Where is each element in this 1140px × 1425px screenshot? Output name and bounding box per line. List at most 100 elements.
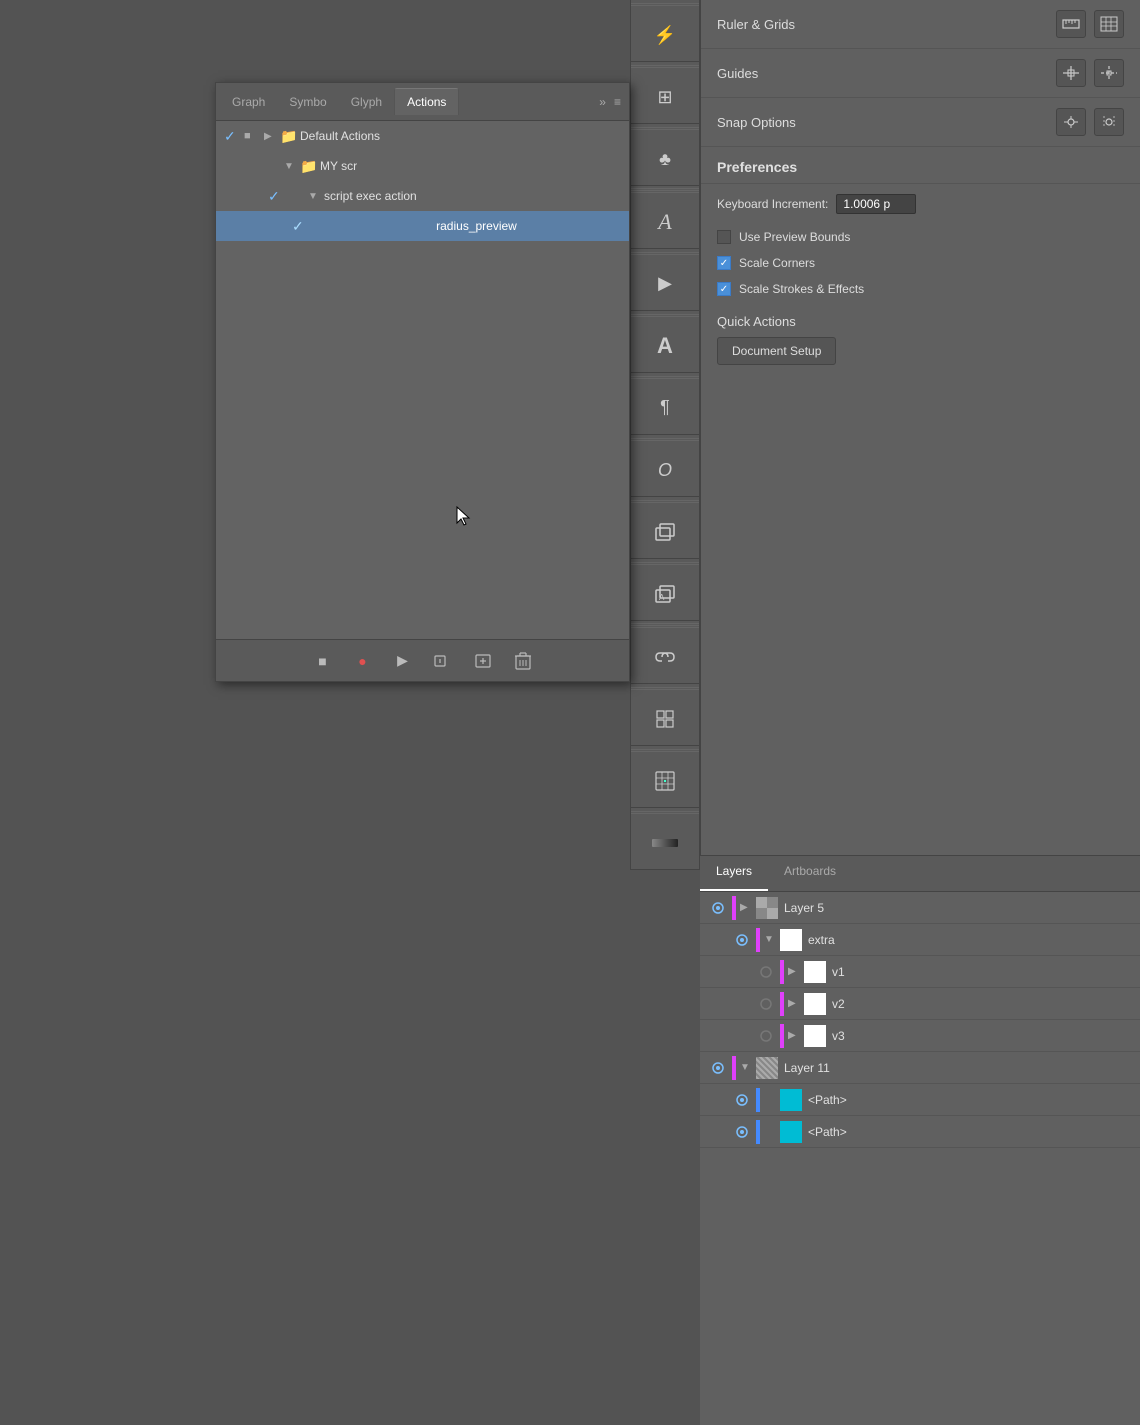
copy-type-icon[interactable]: A bbox=[645, 574, 685, 614]
keyboard-increment-label: Keyboard Increment: bbox=[717, 197, 828, 211]
action-label-default: Default Actions bbox=[300, 129, 621, 143]
v3-expand[interactable]: ▶ bbox=[788, 1030, 804, 1041]
action-stop-default: ■ bbox=[244, 130, 264, 142]
layer-row-layer11[interactable]: ▼ Layer 11 bbox=[700, 1052, 1140, 1084]
v2-expand[interactable]: ▶ bbox=[788, 998, 804, 1009]
use-preview-bounds-checkbox[interactable] bbox=[717, 230, 731, 244]
layer11-name: Layer 11 bbox=[784, 1061, 1136, 1075]
path2-visibility[interactable] bbox=[728, 1125, 756, 1139]
layer-row-v1[interactable]: ▶ v1 bbox=[700, 956, 1140, 988]
toolbar-sep-3 bbox=[631, 126, 699, 131]
layer5-expand[interactable]: ▶ bbox=[740, 902, 756, 913]
layer-row-path2[interactable]: ▶ <Path> bbox=[700, 1116, 1140, 1148]
keyboard-increment-input[interactable] bbox=[836, 194, 916, 214]
extra-visibility[interactable] bbox=[728, 933, 756, 947]
snap-options-section: Snap Options bbox=[701, 98, 1140, 147]
guides-lock-btn[interactable] bbox=[1094, 59, 1124, 87]
layers-tab-artboards[interactable]: Artboards bbox=[768, 856, 852, 891]
layer11-thumb bbox=[756, 1057, 778, 1079]
scale-strokes-effects-checkbox[interactable] bbox=[717, 282, 731, 296]
action-row-myscr[interactable]: ▼ 📁 MY scr bbox=[216, 151, 629, 181]
layer-row-path1[interactable]: ▶ <Path> bbox=[700, 1084, 1140, 1116]
type-large-icon[interactable]: A bbox=[645, 326, 685, 366]
link-icon[interactable] bbox=[645, 637, 685, 677]
action-check-script-exec: ✓ bbox=[268, 188, 288, 205]
grid-icon-btn[interactable] bbox=[1094, 10, 1124, 38]
v2-visibility[interactable] bbox=[752, 997, 780, 1011]
v1-visibility[interactable] bbox=[752, 965, 780, 979]
record-btn[interactable]: ● bbox=[351, 649, 375, 673]
v1-expand[interactable]: ▶ bbox=[788, 966, 804, 977]
layers-panel: Layers Artboards ▶ Layer 5 ▼ extra bbox=[700, 855, 1140, 1425]
action-expand-default[interactable]: ▶ bbox=[264, 131, 280, 142]
grid-icon[interactable] bbox=[645, 699, 685, 739]
toolbar-sep-5 bbox=[631, 251, 699, 256]
tab-glyph[interactable]: Glyph bbox=[339, 89, 394, 115]
new-action-set-btn[interactable] bbox=[431, 649, 455, 673]
layer-row-layer5[interactable]: ▶ Layer 5 bbox=[700, 892, 1140, 924]
v3-visibility[interactable] bbox=[752, 1029, 780, 1043]
toolbar-group-14 bbox=[631, 817, 699, 870]
toolbar-sep-10 bbox=[631, 561, 699, 566]
type-icon[interactable]: A bbox=[645, 202, 685, 242]
action-check-radius: ✓ bbox=[292, 218, 312, 235]
stop-record-btn[interactable]: ■ bbox=[311, 649, 335, 673]
layer-row-v3[interactable]: ▶ v3 bbox=[700, 1020, 1140, 1052]
v2-thumb bbox=[804, 993, 826, 1015]
toolbar-group-10: A bbox=[631, 568, 699, 621]
play-icon[interactable]: ▶ bbox=[645, 264, 685, 304]
transform-icon[interactable]: ⊞ bbox=[645, 77, 685, 117]
extra-color-bar bbox=[756, 928, 760, 952]
scale-corners-checkbox[interactable] bbox=[717, 256, 731, 270]
panel-menu-icon[interactable]: ≡ bbox=[610, 95, 625, 109]
action-row-default[interactable]: ✓ ■ ▶ 📁 Default Actions bbox=[216, 121, 629, 151]
snap-point-btn[interactable] bbox=[1056, 108, 1086, 136]
use-preview-bounds-row: Use Preview Bounds bbox=[701, 224, 1140, 250]
toolbar-sep-4 bbox=[631, 188, 699, 193]
action-row-radius-preview[interactable]: ✓ radius_preview bbox=[216, 211, 629, 241]
club-icon[interactable]: ♣ bbox=[645, 139, 685, 179]
new-action-btn[interactable] bbox=[471, 649, 495, 673]
tab-symbols[interactable]: Symbo bbox=[277, 89, 338, 115]
panel-tab-more[interactable]: » ≡ bbox=[599, 95, 625, 109]
path1-name: <Path> bbox=[808, 1093, 1136, 1107]
toolbar-group-2: ⊞ bbox=[631, 71, 699, 124]
snap-grid-btn[interactable] bbox=[1094, 108, 1124, 136]
layer11-expand[interactable]: ▼ bbox=[740, 1062, 756, 1073]
flash-icon[interactable]: ⚡ bbox=[645, 15, 685, 55]
ruler-icon-btn[interactable] bbox=[1056, 10, 1086, 38]
gradient-icon[interactable] bbox=[645, 823, 685, 863]
action-expand-script-exec[interactable]: ▼ bbox=[308, 191, 324, 202]
layer5-visibility[interactable] bbox=[704, 901, 732, 915]
toolbar-group-7: ¶ bbox=[631, 382, 699, 435]
play-action-btn[interactable]: ▶ bbox=[391, 649, 415, 673]
scale-corners-row: Scale Corners bbox=[701, 250, 1140, 276]
guides-crosshair-btn[interactable] bbox=[1056, 59, 1086, 87]
path1-visibility[interactable] bbox=[728, 1093, 756, 1107]
extra-expand[interactable]: ▼ bbox=[764, 934, 780, 945]
v3-color-bar bbox=[780, 1024, 784, 1048]
toolbar-group-11 bbox=[631, 631, 699, 684]
toolbar-group-1: ⚡ bbox=[631, 9, 699, 62]
toolbar-sep-1 bbox=[631, 2, 699, 7]
toolbar-sep-8 bbox=[631, 437, 699, 442]
path2-thumb bbox=[780, 1121, 802, 1143]
document-setup-button[interactable]: Document Setup bbox=[717, 337, 836, 365]
layer-row-v2[interactable]: ▶ v2 bbox=[700, 988, 1140, 1020]
copy-group-icon[interactable] bbox=[645, 512, 685, 552]
layer11-visibility[interactable] bbox=[704, 1061, 732, 1075]
action-expand-myscr[interactable]: ▼ bbox=[284, 161, 300, 172]
italic-icon[interactable]: O bbox=[645, 450, 685, 490]
layers-tab-layers[interactable]: Layers bbox=[700, 856, 768, 891]
scale-strokes-effects-label: Scale Strokes & Effects bbox=[739, 282, 864, 296]
tab-graph[interactable]: Graph bbox=[220, 89, 277, 115]
actions-panel: Graph Symbo Glyph Actions » ≡ ✓ ■ ▶ 📁 De… bbox=[215, 82, 630, 682]
action-row-script-exec[interactable]: ✓ ▼ script exec action bbox=[216, 181, 629, 211]
action-label-myscr: MY scr bbox=[320, 159, 621, 173]
pattern-icon[interactable] bbox=[645, 761, 685, 801]
action-folder-myscr: 📁 bbox=[300, 158, 320, 175]
delete-action-btn[interactable] bbox=[511, 649, 535, 673]
tab-actions[interactable]: Actions bbox=[394, 88, 459, 115]
layer-row-extra[interactable]: ▼ extra bbox=[700, 924, 1140, 956]
paragraph-icon[interactable]: ¶ bbox=[645, 388, 685, 428]
